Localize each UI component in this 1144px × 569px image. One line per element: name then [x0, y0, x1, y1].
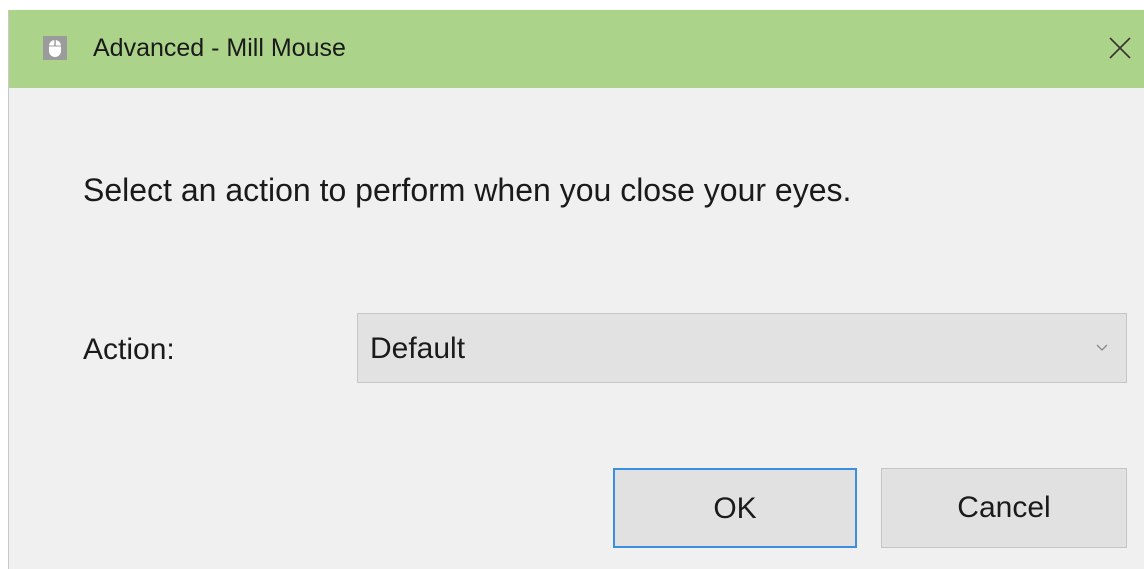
close-button[interactable] [1081, 10, 1144, 88]
mouse-icon [43, 36, 67, 60]
chevron-down-icon [1096, 344, 1108, 351]
action-label: Action: [83, 333, 175, 366]
action-dropdown[interactable]: Default [357, 313, 1127, 383]
cancel-button[interactable]: Cancel [881, 468, 1127, 548]
title-bar: Advanced - Mill Mouse [9, 10, 1144, 88]
ok-button[interactable]: OK [613, 468, 857, 548]
advanced-dialog: Advanced - Mill Mouse Select an action t… [8, 10, 1144, 569]
close-icon [1109, 37, 1131, 59]
instruction-text: Select an action to perform when you clo… [83, 172, 852, 208]
window-title: Advanced - Mill Mouse [93, 34, 346, 62]
action-dropdown-value: Default [370, 332, 466, 365]
